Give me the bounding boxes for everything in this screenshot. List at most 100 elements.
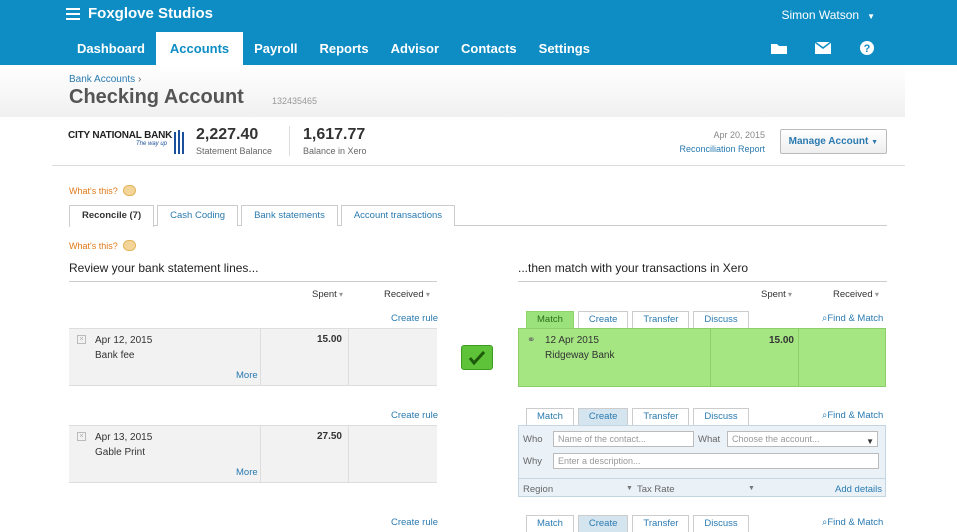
nav-accounts[interactable]: Accounts — [155, 32, 244, 65]
page-title: Checking Account — [69, 86, 244, 108]
find-and-match-link[interactable]: ⌕Find & Match — [822, 410, 883, 421]
spent-header[interactable]: Spent — [761, 289, 792, 300]
tab-account-transactions[interactable]: Account transactions — [340, 205, 456, 226]
tab-reconcile[interactable]: Reconcile (7) — [69, 205, 155, 227]
match-tabs: Match Create Transfer Discuss — [526, 515, 749, 532]
divider — [710, 329, 711, 386]
divider — [260, 426, 261, 482]
checkmark-icon — [469, 350, 485, 365]
transaction-spent: 15.00 — [768, 335, 794, 346]
nav-contacts[interactable]: Contacts — [450, 32, 528, 65]
nav-payroll[interactable]: Payroll — [243, 32, 308, 65]
manage-account-button[interactable]: Manage Account ▼ — [779, 129, 887, 154]
find-and-match-link[interactable]: ⌕Find & Match — [822, 313, 883, 324]
folder-icon[interactable] — [769, 40, 789, 56]
tab-match[interactable]: Match — [526, 408, 574, 425]
user-name: Simon Watson — [781, 8, 860, 22]
matched-transaction[interactable]: ⚭ 12 Apr 2015 Ridgeway Bank 15.00 — [518, 328, 886, 387]
tab-transfer[interactable]: Transfer — [632, 408, 690, 425]
bank-logo: CITY NATIONAL BANK The way up — [68, 130, 184, 154]
bank-tagline: The way up — [136, 141, 168, 147]
create-rule-link[interactable]: Create rule — [391, 410, 438, 421]
tab-discuss[interactable]: Discuss — [693, 311, 749, 328]
tracking-row: Region ▼ Tax Rate ▼ Add details — [519, 478, 885, 497]
create-rule-link[interactable]: Create rule — [391, 313, 438, 324]
xero-balance: 1,617.77 Balance in Xero — [303, 126, 367, 156]
nav-settings[interactable]: Settings — [528, 32, 601, 65]
tab-create[interactable]: Create — [577, 408, 629, 425]
organisation-name: Foxglove Studios — [88, 5, 214, 22]
more-link[interactable]: More — [236, 370, 258, 381]
statement-description: Bank fee — [95, 350, 135, 361]
whats-this-link[interactable]: What's this? — [69, 185, 136, 196]
tab-discuss[interactable]: Discuss — [693, 408, 749, 425]
tab-create[interactable]: Create — [577, 515, 629, 532]
account-select[interactable]: Choose the account... ▼ — [727, 431, 878, 447]
bank-stripes-icon — [174, 130, 184, 154]
tab-match[interactable]: Match — [526, 515, 574, 532]
ok-button[interactable] — [461, 345, 493, 370]
speech-bubble-icon — [122, 240, 136, 251]
tab-transfer[interactable]: Transfer — [632, 515, 690, 532]
reconcile-tabs: Reconcile (7) Cash Coding Bank statement… — [69, 205, 887, 227]
statement-date: Apr 20, 2015 — [713, 130, 765, 140]
mail-icon[interactable] — [813, 40, 833, 56]
chevron-down-icon: ▼ — [866, 437, 874, 446]
nav-reports[interactable]: Reports — [309, 32, 380, 65]
tab-discuss[interactable]: Discuss — [693, 515, 749, 532]
organisation-switcher[interactable]: Foxglove Studios — [66, 5, 213, 22]
why-label: Why — [523, 456, 542, 467]
chevron-down-icon: ▼ — [871, 139, 878, 146]
whats-this-label: What's this? — [69, 240, 118, 251]
statement-lines-title: Review your bank statement lines... — [69, 261, 259, 275]
account-summary: CITY NATIONAL BANK The way up 2,227.40 S… — [52, 118, 905, 166]
tab-match[interactable]: Match — [526, 311, 574, 328]
divider — [798, 329, 799, 386]
who-label: Who — [523, 434, 543, 445]
divider — [260, 329, 261, 385]
received-header[interactable]: Received — [384, 289, 430, 300]
nav-dashboard[interactable]: Dashboard — [66, 32, 156, 65]
top-icons: ? — [769, 40, 877, 56]
region-select[interactable]: Region — [523, 484, 553, 495]
whats-this-label: What's this? — [69, 185, 118, 196]
breadcrumb-bank-accounts[interactable]: Bank Accounts — [69, 74, 135, 85]
more-link[interactable]: More — [236, 467, 258, 478]
match-tabs: Match Create Transfer Discuss — [526, 408, 749, 425]
account-number: 132435465 — [272, 96, 318, 106]
help-icon[interactable]: ? — [857, 40, 877, 56]
tab-create[interactable]: Create — [577, 311, 629, 328]
close-icon[interactable]: × — [77, 432, 86, 441]
chevron-down-icon: ▼ — [626, 485, 633, 492]
tab-cash-coding[interactable]: Cash Coding — [157, 205, 239, 226]
close-icon[interactable]: × — [77, 335, 86, 344]
match-tabs: Match Create Transfer Discuss — [526, 311, 749, 328]
add-details-link[interactable]: Add details — [835, 484, 882, 495]
xero-balance-value: 1,617.77 — [303, 126, 366, 143]
statement-column-headers: Spent Received — [69, 281, 437, 307]
contact-input[interactable]: Name of the contact... — [553, 431, 694, 447]
main-nav: Dashboard Accounts Payroll Reports Advis… — [66, 32, 601, 65]
create-rule-link[interactable]: Create rule — [391, 517, 438, 528]
menu-icon — [66, 7, 80, 20]
received-header[interactable]: Received — [833, 289, 879, 300]
reconciliation-report-link[interactable]: Reconciliation Report — [679, 144, 765, 154]
tab-transfer[interactable]: Transfer — [632, 311, 690, 328]
tax-rate-select[interactable]: Tax Rate — [637, 484, 675, 495]
user-menu[interactable]: Simon Watson ▼ — [781, 8, 875, 22]
find-and-match-link[interactable]: ⌕Find & Match — [822, 517, 883, 528]
spent-header[interactable]: Spent — [312, 289, 343, 300]
xero-balance-label: Balance in Xero — [303, 146, 367, 156]
tab-bank-statements[interactable]: Bank statements — [241, 205, 338, 226]
whats-this-link[interactable]: What's this? — [69, 240, 136, 251]
description-input[interactable]: Enter a description... — [553, 453, 879, 469]
nav-advisor[interactable]: Advisor — [380, 32, 450, 65]
divider — [348, 329, 349, 385]
bank-name: CITY NATIONAL BANK — [68, 130, 173, 141]
statement-spent: 15.00 — [316, 334, 342, 345]
statement-balance-value: 2,227.40 — [196, 126, 259, 143]
link-icon: ⚭ — [527, 335, 536, 346]
statement-date: Apr 12, 2015 — [95, 335, 153, 346]
statement-spent: 27.50 — [316, 431, 342, 442]
xero-transactions-title: ...then match with your transactions in … — [518, 261, 749, 275]
